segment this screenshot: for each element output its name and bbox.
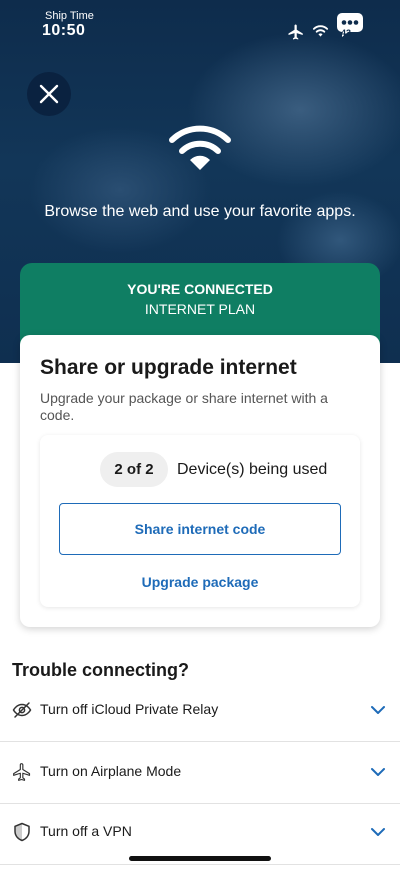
trouble-item-icloud-relay[interactable]: Turn off iCloud Private Relay [0,680,400,740]
device-count-badge: 2 of 2 [100,452,168,487]
battery-level: 43 [341,28,352,38]
trouble-item-label: Turn on Airplane Mode [40,763,182,779]
status-app-name: Ship Time [45,10,94,22]
trouble-item-label: Turn off a VPN [40,823,132,839]
close-icon [39,84,59,104]
airplane-mode-icon [288,24,303,40]
wifi-icon [169,125,231,170]
trouble-item-airplane-mode[interactable]: Turn on Airplane Mode [0,742,400,802]
card-title: Share or upgrade internet [40,356,297,379]
airplane-icon [13,763,31,781]
device-count-label: Device(s) being used [177,461,328,478]
hero-tagline: Browse the web and use your favorite app… [44,203,356,220]
share-upgrade-card: Share or upgrade internet Upgrade your p… [20,335,380,627]
trouble-item-vpn[interactable]: Turn off a VPN [0,802,400,862]
eye-slash-icon [12,702,32,718]
trouble-connecting-title: Trouble connecting? [12,660,190,680]
home-indicator [129,856,271,861]
shield-icon [14,822,30,842]
card-subtitle: Upgrade your package or share internet w… [40,390,328,423]
upgrade-package-link[interactable]: Upgrade package [40,574,360,590]
wifi-status-icon [312,25,329,37]
close-button[interactable] [27,72,71,116]
chevron-down-icon [371,706,385,714]
status-bar: Ship Time 10:50 43 [0,0,400,44]
status-time: 10:50 [42,22,86,39]
connection-plan: INTERNET PLAN [144,301,256,317]
devices-panel: 2 of 2 Device(s) being used Share intern… [40,435,360,607]
connection-status: YOU'RE CONNECTED [127,281,273,297]
chevron-down-icon [371,768,385,776]
share-internet-code-button[interactable]: Share internet code [59,503,341,555]
chevron-down-icon [371,828,385,836]
trouble-item-label: Turn off iCloud Private Relay [40,701,219,717]
divider [0,864,400,865]
